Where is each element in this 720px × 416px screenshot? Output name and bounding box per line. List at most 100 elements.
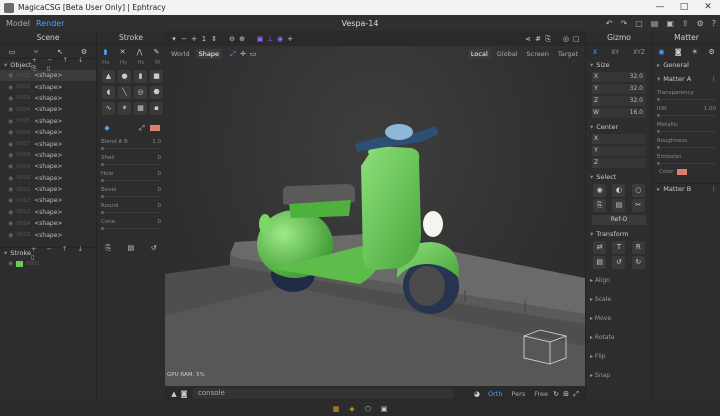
undo-icon[interactable]: ↶ <box>606 19 613 28</box>
settings-icon[interactable]: ⚙ <box>707 47 717 57</box>
stepper-icon[interactable]: ⇕ <box>209 34 219 44</box>
capsule-prim-icon[interactable]: ◖ <box>102 86 115 99</box>
shape-list-item[interactable]: ◉ 0007 <shape> <box>0 138 96 149</box>
intersect-icon[interactable]: ⋀ <box>135 47 145 57</box>
curve-prim-icon[interactable]: ∿ <box>102 102 115 115</box>
box-select-icon[interactable]: ▣ <box>255 34 265 44</box>
layout-icon[interactable]: ⊞ <box>561 389 571 399</box>
target-icon[interactable]: ◎ <box>561 34 571 44</box>
eye-icon[interactable]: ◉ <box>8 152 13 159</box>
paste-icon[interactable]: ▤ <box>126 243 136 253</box>
axis-value[interactable] <box>600 146 646 156</box>
axis-value[interactable]: 32.0 <box>600 72 646 82</box>
gear-icon[interactable]: ⚙ <box>79 47 89 57</box>
minus-icon[interactable]: − <box>179 34 189 44</box>
paint-icon[interactable]: ✎ <box>152 47 162 57</box>
eye-icon[interactable]: ◉ <box>8 175 13 182</box>
redo-icon[interactable]: ↷ <box>620 19 627 28</box>
rotate-view-icon[interactable]: ↻ <box>551 389 561 399</box>
slider-track[interactable] <box>101 195 161 198</box>
sphere-prim-icon[interactable]: ● <box>118 70 131 83</box>
paint-drop-icon[interactable]: ◆ <box>102 123 112 133</box>
slider-track[interactable] <box>101 163 161 166</box>
tab-local[interactable]: Local <box>467 48 491 59</box>
shape-list-item[interactable]: ◉ 0013 <shape> <box>0 207 96 218</box>
tab-screen[interactable]: Screen <box>524 49 552 59</box>
shape-list-item[interactable]: ◉ 0008 <shape> <box>0 150 96 161</box>
save-icon[interactable]: ▣ <box>666 19 674 28</box>
prop-slider[interactable] <box>657 130 716 133</box>
tab-shape[interactable]: Shape <box>195 48 222 59</box>
close-button[interactable]: ✕ <box>696 0 720 15</box>
prop-slider[interactable] <box>657 146 716 149</box>
tab-hy[interactable]: Hy <box>120 60 127 66</box>
new-file-icon[interactable]: ▢ <box>635 19 643 28</box>
select-half-icon[interactable]: ◐ <box>612 184 626 197</box>
clipboard-icon[interactable]: ▤ <box>593 256 607 269</box>
copy-view-icon[interactable]: ⎘ <box>543 34 553 44</box>
rotate-button[interactable]: R <box>631 241 645 254</box>
minimize-button[interactable]: — <box>648 0 672 15</box>
tab-world[interactable]: World <box>168 49 193 59</box>
eye-icon[interactable]: ◉ <box>8 209 13 216</box>
shape-list-item[interactable]: ◉ 0003 <shape> <box>0 93 96 104</box>
torus-prim-icon[interactable]: ◎ <box>134 86 147 99</box>
tree-icon[interactable]: ⑂ <box>31 47 41 57</box>
tab-orth[interactable]: Orth <box>485 389 505 399</box>
box-prim-icon[interactable]: ■ <box>150 70 163 83</box>
grid-icon[interactable]: # <box>533 34 543 44</box>
frame-select-icon[interactable]: ▭ <box>248 49 258 59</box>
slider-track[interactable] <box>101 227 161 230</box>
disc-prim-icon[interactable]: ⬣ <box>150 86 163 99</box>
eye-icon[interactable]: ◉ <box>8 84 13 91</box>
pointer-icon[interactable]: ↖ <box>55 47 65 57</box>
center-section-header[interactable]: ▾ Center <box>586 121 652 132</box>
axis-value[interactable] <box>600 134 646 144</box>
tab-x[interactable]: X <box>593 49 597 56</box>
zoom-out-icon[interactable]: ⊖ <box>227 34 237 44</box>
eye-icon[interactable]: ◉ <box>8 118 13 125</box>
ref-button[interactable]: Ref-O <box>592 215 646 225</box>
size-field[interactable]: Y 32.0 <box>592 84 646 94</box>
palette-icon[interactable]: ◕ <box>472 389 482 399</box>
copy-icon[interactable]: ⎘ <box>103 243 113 253</box>
eye-icon[interactable]: ◉ <box>8 141 13 148</box>
axis-value[interactable]: 16.0 <box>600 108 646 118</box>
copy-icon[interactable]: ⎘ <box>593 199 607 212</box>
matter-b-menu-icon[interactable]: ⋮ <box>711 185 718 193</box>
frame-icon[interactable]: ▢ <box>571 34 581 44</box>
shape-list-item[interactable]: ◉ 0009 <shape> <box>0 161 96 172</box>
dot-prim-icon[interactable]: ▪ <box>150 102 163 115</box>
tab-global[interactable]: Global <box>494 49 521 59</box>
shape-list-item[interactable]: ◉ 0002 <shape> <box>0 81 96 92</box>
general-section-header[interactable]: ▸ General <box>653 59 720 70</box>
slider-track[interactable] <box>101 211 161 214</box>
tab-xy[interactable]: XY <box>611 49 619 56</box>
stroke-actions[interactable]: + − ↑ ↓ ▯ <box>31 245 93 261</box>
matter-b-section-header[interactable]: ▸ Matter B ⋮ <box>653 183 720 194</box>
object-actions[interactable]: + − ↑ ↓ ⎘ ▯ <box>31 56 93 73</box>
settings-icon[interactable]: ⚙ <box>697 19 704 28</box>
collapsed-section[interactable]: ▸ Snap <box>586 366 652 385</box>
tab-hx[interactable]: Hx <box>102 60 109 66</box>
size-field[interactable]: W 16.0 <box>592 108 646 118</box>
size-field[interactable]: X 32.0 <box>592 72 646 82</box>
cone-prim-icon[interactable]: ▲ <box>102 70 115 83</box>
star-prim-icon[interactable]: ✶ <box>118 102 131 115</box>
material-sphere-icon[interactable]: ◉ <box>656 47 666 57</box>
info-icon[interactable]: ? <box>712 19 716 28</box>
shape-list-item[interactable]: ◉ 0006 <shape> <box>0 127 96 138</box>
fullscreen-icon[interactable]: ⤢ <box>571 389 581 399</box>
prop-slider[interactable] <box>657 98 716 101</box>
center-field[interactable]: X <box>592 134 646 144</box>
camera-icon[interactable]: ◙ <box>179 389 189 399</box>
shape-list-item[interactable]: ◉ 0005 <shape> <box>0 116 96 127</box>
select-all-icon[interactable]: ◉ <box>593 184 607 197</box>
reset-icon[interactable]: ↺ <box>149 243 159 253</box>
slider-value[interactable]: 0 <box>158 155 162 161</box>
attach-icon[interactable]: ▮ <box>101 47 111 57</box>
blend-b-toggle[interactable]: B <box>124 139 128 145</box>
tab-render[interactable]: Render <box>36 19 64 28</box>
paste-icon[interactable]: ▤ <box>612 199 626 212</box>
open-file-icon[interactable]: ▤ <box>651 19 659 28</box>
